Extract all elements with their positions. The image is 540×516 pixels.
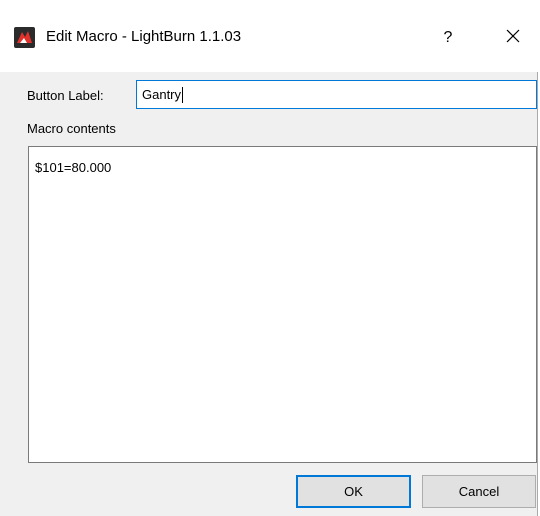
text-caret <box>182 86 184 103</box>
title-bar: Edit Macro - LightBurn 1.1.03 ? <box>0 0 538 72</box>
button-label-caption: Button Label: <box>27 88 104 103</box>
close-icon <box>506 29 520 48</box>
lightburn-logo-icon <box>14 27 35 48</box>
macro-contents-text: $101=80.000 <box>35 160 112 175</box>
window-title: Edit Macro - LightBurn 1.1.03 <box>46 28 242 45</box>
ok-button[interactable]: OK <box>296 475 411 508</box>
help-button[interactable]: ? <box>428 22 468 54</box>
button-label-input[interactable]: Gantry <box>136 80 537 109</box>
button-label-value: Gantry <box>142 87 182 102</box>
edit-macro-dialog: Edit Macro - LightBurn 1.1.03 ? Button L… <box>0 0 538 516</box>
close-button[interactable] <box>490 22 536 54</box>
macro-contents-textarea[interactable]: $101=80.000 <box>28 146 537 463</box>
cancel-button[interactable]: Cancel <box>422 475 536 508</box>
macro-contents-caption: Macro contents <box>27 121 116 136</box>
